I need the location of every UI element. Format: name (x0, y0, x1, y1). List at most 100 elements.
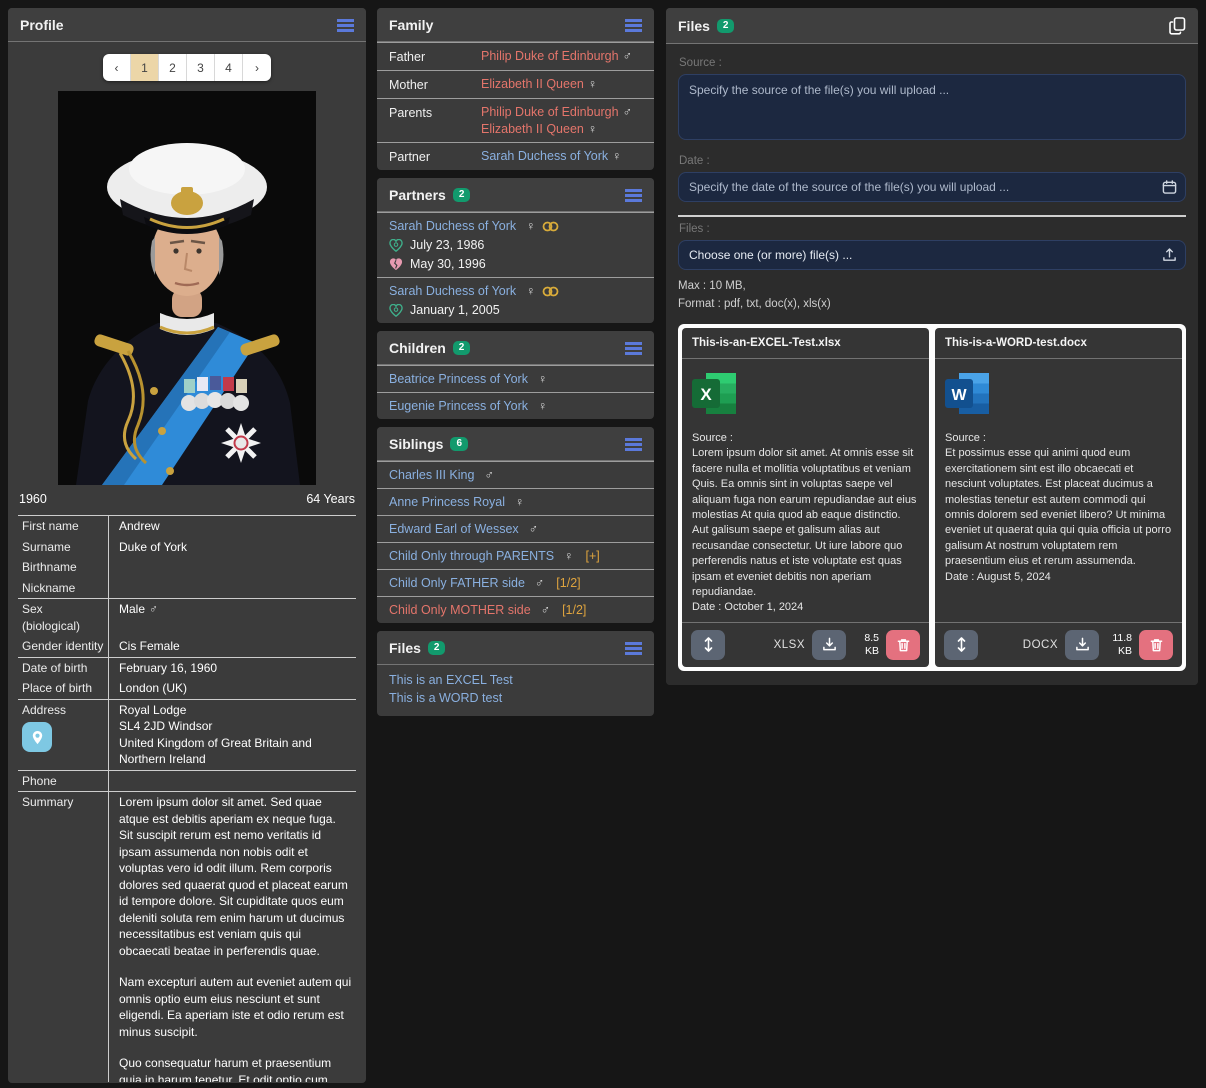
file-chooser-input[interactable] (678, 240, 1186, 270)
person-link[interactable]: Anne Princess Royal (389, 495, 505, 509)
field-value: February 16, 1960 (108, 658, 356, 679)
family-row-father: Father Philip Duke of Edinburgh♂ (377, 42, 654, 70)
menu-icon[interactable] (625, 342, 642, 355)
marriage-date: January 1, 2005 (410, 303, 500, 317)
files-form-title: Files (678, 18, 710, 34)
delete-button[interactable] (1139, 630, 1173, 660)
file-size: 8.5 KB (853, 632, 879, 658)
person-link[interactable]: Child Only through PARENTS (389, 549, 554, 563)
pagination-prev-button[interactable]: ‹ (103, 54, 131, 81)
person-link[interactable]: Child Only FATHER side (389, 576, 525, 590)
menu-icon[interactable] (625, 642, 642, 655)
female-gender-icon: ♀ (588, 122, 597, 136)
file-link[interactable]: This is an EXCEL Test (389, 671, 642, 689)
card-source-text: Et possimus esse qui animi quod eum exer… (945, 446, 1172, 569)
person-link[interactable]: Philip Duke of Edinburgh (481, 49, 619, 63)
file-link[interactable]: This is a WORD test (389, 689, 642, 707)
calendar-icon[interactable] (1162, 180, 1177, 195)
files-form-panel: Files 2 Source : Date : Files : (666, 8, 1198, 685)
field-value: Duke of York (108, 537, 356, 558)
female-gender-icon: ♀ (515, 495, 524, 509)
menu-icon[interactable] (337, 19, 354, 32)
svg-text:X: X (700, 385, 712, 404)
date-input[interactable] (678, 172, 1186, 202)
person-link[interactable]: Elizabeth II Queen (481, 77, 584, 91)
age-label: 64 Years (306, 492, 355, 506)
form-divider (678, 215, 1186, 217)
relation-tag: [1/2] (562, 603, 586, 617)
profile-details-table: First nameAndrew SurnameDuke of York Bir… (18, 515, 356, 1082)
person-link[interactable]: Philip Duke of Edinburgh (481, 105, 619, 119)
field-label: First name (18, 516, 108, 537)
pagination-page-1[interactable]: 1 (131, 54, 159, 81)
person-link[interactable]: Eugenie Princess of York (389, 399, 528, 413)
siblings-count-badge: 6 (450, 437, 468, 451)
file-format-label: XLSX (774, 639, 805, 651)
partners-count-badge: 2 (453, 188, 471, 202)
download-button[interactable] (812, 630, 846, 660)
address-line: Royal Lodge (119, 702, 352, 719)
male-gender-icon: ♂ (623, 49, 632, 63)
female-gender-icon: ♀ (538, 372, 547, 386)
field-value (108, 557, 356, 578)
divorce-date: May 30, 1996 (410, 257, 486, 271)
address-line: United Kingdom of Great Britain and Nort… (119, 735, 352, 768)
family-row-parents: Parents Philip Duke of Edinburgh♂ Elizab… (377, 98, 654, 142)
person-link[interactable]: Child Only MOTHER side (389, 603, 531, 617)
pagination-page-3[interactable]: 3 (187, 54, 215, 81)
profile-title: Profile (20, 17, 64, 33)
person-link[interactable]: Charles III King (389, 468, 474, 482)
menu-icon[interactable] (625, 438, 642, 451)
pagination-next-button[interactable]: › (243, 54, 271, 81)
children-panel: Children 2 Beatrice Princess of York ♀ E… (377, 331, 654, 419)
file-size: 11.8 KB (1106, 632, 1132, 658)
source-input[interactable] (678, 74, 1186, 140)
female-gender-icon: ♀ (526, 284, 535, 298)
file-card-word: This-is-a-WORD-test.docx W Source : Et p… (935, 328, 1182, 667)
menu-icon[interactable] (625, 19, 642, 32)
pagination-page-4[interactable]: 4 (215, 54, 243, 81)
copy-icon[interactable] (1169, 17, 1186, 35)
partner-item: Sarah Duchess of York ♀ January 1, 2005 (377, 277, 654, 323)
marriage-rings-icon (542, 286, 559, 297)
upload-icon[interactable] (1162, 248, 1177, 263)
resize-button[interactable] (944, 630, 978, 660)
up-down-arrow-icon (703, 637, 714, 652)
card-source-label: Source : (692, 431, 919, 446)
relation-tag: [+] (586, 549, 600, 563)
family-title: Family (389, 17, 433, 33)
field-label: Sex (biological) (18, 599, 108, 636)
files-label: Files : (679, 223, 1186, 235)
female-gender-icon: ♀ (526, 219, 535, 233)
person-link[interactable]: Sarah Duchess of York (389, 284, 516, 298)
card-source-label: Source : (945, 431, 1172, 446)
field-value: Male (119, 602, 145, 616)
menu-icon[interactable] (625, 189, 642, 202)
female-gender-icon: ♀ (612, 149, 621, 163)
pagination-page-2[interactable]: 2 (159, 54, 187, 81)
profile-panel: Profile ‹ 1 2 3 4 › (8, 8, 366, 1083)
photo-pagination: ‹ 1 2 3 4 › (103, 54, 271, 81)
field-value (108, 578, 356, 599)
files-list-panel: Files 2 This is an EXCEL Test This is a … (377, 631, 654, 716)
field-value: Andrew (108, 516, 356, 537)
partners-title: Partners (389, 187, 446, 203)
word-file-icon: W (945, 373, 989, 414)
person-link[interactable]: Edward Earl of Wessex (389, 522, 519, 536)
person-link[interactable]: Elizabeth II Queen (481, 122, 584, 136)
download-button[interactable] (1065, 630, 1099, 660)
field-label: Summary (18, 792, 108, 1082)
delete-button[interactable] (886, 630, 920, 660)
person-link[interactable]: Beatrice Princess of York (389, 372, 528, 386)
child-item: Beatrice Princess of York ♀ (377, 365, 654, 392)
download-icon (1075, 637, 1090, 652)
map-pin-button[interactable] (22, 722, 52, 752)
resize-button[interactable] (691, 630, 725, 660)
person-link[interactable]: Sarah Duchess of York (481, 149, 608, 163)
profile-header: Profile (8, 8, 366, 42)
files-count-badge: 2 (428, 641, 446, 655)
male-gender-icon: ♂ (484, 468, 493, 482)
trash-icon (1150, 638, 1163, 652)
person-link[interactable]: Sarah Duchess of York (389, 219, 516, 233)
family-row-partner: Partner Sarah Duchess of York♀ (377, 142, 654, 170)
